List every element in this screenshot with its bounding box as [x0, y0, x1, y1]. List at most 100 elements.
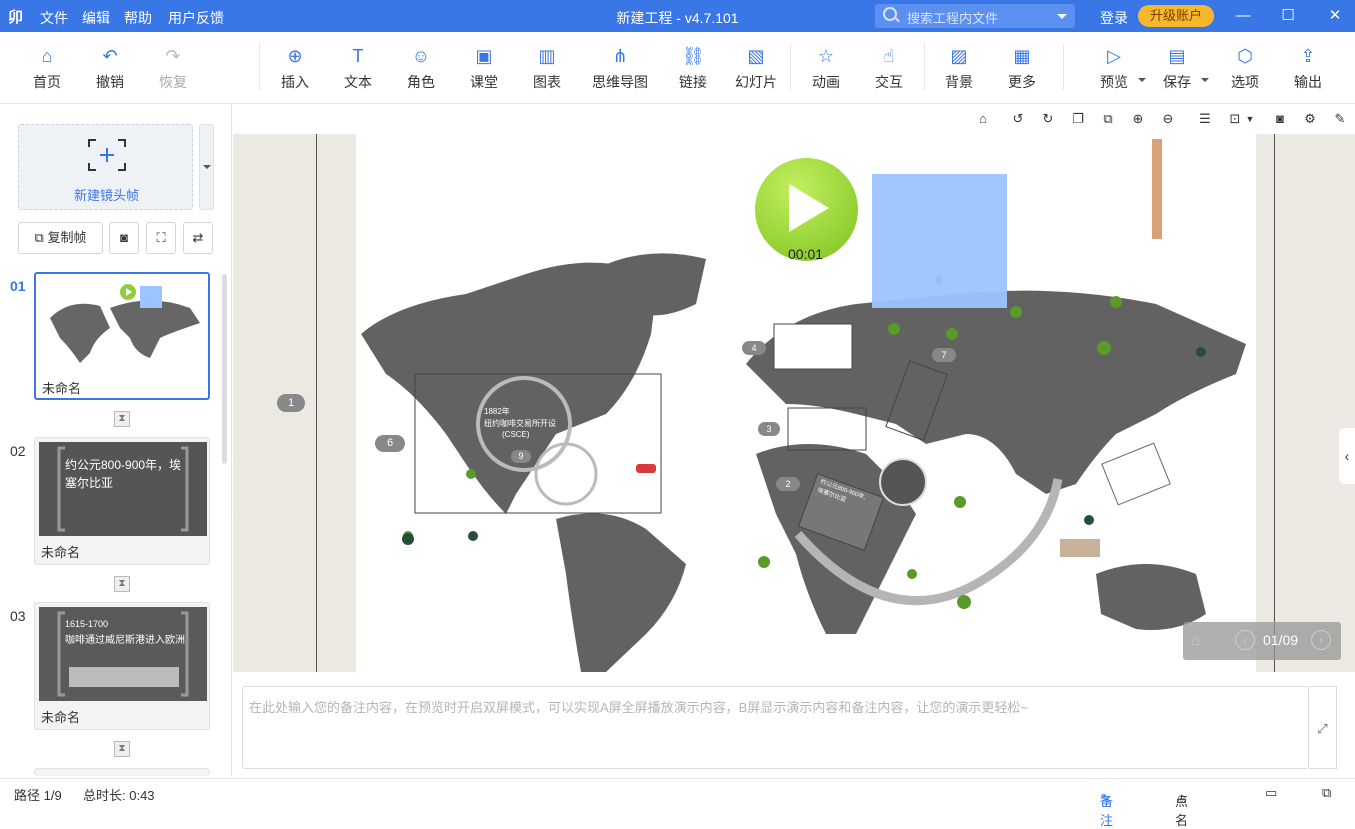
rotate-left-icon[interactable]: ↺: [1009, 110, 1027, 128]
slideshow-button[interactable]: ▧ 幻灯片: [726, 46, 786, 92]
path-marker[interactable]: 7: [932, 348, 956, 362]
title-bar: 卯 文件 编辑 帮助 用户反馈 新建工程 - v4.7.101 搜索工程内文件 …: [0, 0, 1355, 32]
expand-right-panel-button[interactable]: ‹: [1339, 428, 1355, 484]
settings-icon[interactable]: ⚙: [1301, 110, 1319, 128]
menu-feedback[interactable]: 用户反馈: [168, 8, 224, 28]
frame-box-8[interactable]: [1101, 442, 1171, 506]
save-button[interactable]: ▤ 保存: [1147, 46, 1209, 92]
preview-button[interactable]: ▷ 预览: [1084, 46, 1146, 92]
export-label: 输出: [1294, 74, 1322, 90]
transition-icon[interactable]: ⧗: [114, 576, 130, 592]
blue-highlight-box[interactable]: [872, 174, 1007, 308]
car-icon: [636, 464, 656, 473]
prev-slide-button[interactable]: ‹: [1235, 630, 1255, 650]
close-icon[interactable]: ✕: [1325, 6, 1345, 26]
canvas-area[interactable]: ⌂ ↺ ↻ ❐ ⧉ ⊕ ⊖ ☰ ⊡ ▼ ◙ ⚙ ✎ 1 00:01 1882年 …: [233, 104, 1355, 672]
path-marker[interactable]: 3: [758, 422, 780, 436]
bar-chart-icon: ▥: [538, 46, 556, 66]
interact-button[interactable]: ☝ 交互: [859, 46, 919, 92]
insert-button[interactable]: ⊕ 插入: [265, 46, 325, 92]
slideshow-label: 幻灯片: [735, 74, 777, 90]
save-label: 保存: [1163, 74, 1191, 90]
frame-box-3[interactable]: [787, 407, 867, 451]
panel-scrollbar[interactable]: [222, 274, 227, 464]
chart-button[interactable]: ▥ 图表: [517, 46, 577, 92]
preview-label: 预览: [1100, 74, 1128, 90]
camera-button[interactable]: ◙: [109, 222, 139, 254]
redo-button[interactable]: ↷ 恢复: [143, 46, 203, 92]
copy-icon[interactable]: ❐: [1069, 110, 1087, 128]
path-marker[interactable]: 9: [511, 450, 531, 463]
mindmap-icon: ⋔: [612, 46, 628, 66]
screenshot-icon[interactable]: ◙: [1271, 110, 1289, 128]
undo-button[interactable]: ↶ 撤销: [80, 46, 140, 92]
mindmap-button[interactable]: ⋔ 思维导图: [590, 46, 650, 92]
home-label: 首页: [33, 74, 61, 90]
copy-frame-button[interactable]: ⧉ 复制帧: [18, 222, 103, 254]
minimize-icon[interactable]: —: [1233, 6, 1253, 26]
home-view-icon[interactable]: ⌂: [974, 110, 992, 128]
upgrade-button[interactable]: 升级账户: [1138, 5, 1214, 27]
classroom-button[interactable]: ▣ 课堂: [454, 46, 514, 92]
path-marker[interactable]: 6: [375, 435, 405, 452]
menu-edit[interactable]: 编辑: [82, 8, 110, 28]
home-button[interactable]: ⌂ 首页: [17, 46, 77, 92]
maximize-icon[interactable]: ☐: [1278, 6, 1298, 26]
transition-icon[interactable]: ⧗: [114, 411, 130, 427]
new-frame-dropdown[interactable]: [199, 124, 214, 210]
slide-preview: 约公元800-900年，埃塞尔比亚: [39, 442, 207, 536]
path-marker[interactable]: 2: [776, 477, 800, 491]
save-icon: ▤: [1168, 46, 1186, 66]
edit-icon[interactable]: ✎: [1331, 110, 1349, 128]
options-button[interactable]: ⬡ 选项: [1215, 46, 1275, 92]
slide-thumbnail-1[interactable]: 未命名: [34, 272, 210, 400]
link-icon: ⛓: [682, 46, 705, 66]
zoom-out-icon[interactable]: ⊖: [1159, 110, 1177, 128]
export-button[interactable]: ⇪ 输出: [1278, 46, 1338, 92]
canvas-guide-line: [316, 134, 317, 672]
background-button[interactable]: ▨ 背景: [929, 46, 989, 92]
rollcall-label: 点名: [1175, 794, 1189, 828]
menu-file[interactable]: 文件: [40, 8, 68, 28]
link-button[interactable]: ⛓ 链接: [663, 46, 723, 92]
chevron-down-icon[interactable]: [1138, 78, 1146, 86]
role-button[interactable]: ☺ 角色: [391, 46, 451, 92]
frame-box-4[interactable]: [773, 323, 853, 370]
align-icon[interactable]: ☰: [1196, 110, 1214, 128]
slide-thumbnail-4[interactable]: [34, 768, 210, 776]
notes-textarea[interactable]: 在此处输入您的备注内容，在预览时开启双屏模式，可以实现A屏全屏播放演示内容，B屏…: [242, 686, 1309, 769]
home-icon[interactable]: ⌂: [1191, 632, 1200, 649]
more-button[interactable]: ▦ 更多: [992, 46, 1052, 92]
menu-help[interactable]: 帮助: [124, 8, 152, 28]
expand-notes-button[interactable]: ⤢: [1309, 686, 1337, 769]
insert-label: 插入: [281, 74, 309, 90]
chevron-down-icon[interactable]: ▼: [1241, 110, 1259, 128]
slide-thumbnail-2[interactable]: 约公元800-900年，埃塞尔比亚 未命名: [34, 437, 210, 565]
page-indicator: 01/09: [1263, 632, 1299, 648]
swap-button[interactable]: ⇄: [183, 222, 213, 254]
slide-name: 未命名: [41, 545, 81, 560]
main-toolbar: ⌂ 首页 ↶ 撤销 ↷ 恢复 ⊕ 插入 T 文本 ☺ 角色 ▣ 课堂 ▥ 图表 ⋔ 思维导图 ⛓ 链…: [0, 32, 1355, 104]
text-button[interactable]: T 文本: [328, 46, 388, 92]
new-frame-button[interactable]: 新建镜头帧: [18, 124, 193, 210]
slide-thumbnail-3[interactable]: 1615-1700 咖啡通过威尼斯港进入欧洲 未命名: [34, 602, 210, 730]
window-icon[interactable]: ⧉: [1322, 785, 1331, 801]
transition-icon[interactable]: ⧗: [114, 741, 130, 757]
frame-circle[interactable]: [534, 442, 598, 506]
chevron-down-icon[interactable]: [1057, 14, 1067, 24]
next-slide-button[interactable]: ›: [1311, 630, 1331, 650]
search-placeholder: 搜索工程内文件: [907, 11, 999, 26]
presentation-stage[interactable]: 00:01 1882年 纽约咖啡交易所开设 (CSCE) 约公元800-900年…: [356, 134, 1256, 672]
path-marker[interactable]: 4: [742, 341, 766, 355]
paste-icon[interactable]: ⧉: [1099, 110, 1117, 128]
rotate-right-icon[interactable]: ↻: [1039, 110, 1057, 128]
scan-frame-button[interactable]: ⛶: [146, 222, 176, 254]
chevron-down-icon[interactable]: [1201, 78, 1209, 86]
frame-circle[interactable]: [879, 458, 927, 506]
search-box[interactable]: 搜索工程内文件: [875, 4, 1075, 28]
screen-icon[interactable]: ▭: [1265, 785, 1277, 801]
animation-button[interactable]: ☆ 动画: [796, 46, 856, 92]
login-link[interactable]: 登录: [1100, 8, 1128, 28]
path-marker[interactable]: 1: [277, 394, 305, 412]
zoom-in-icon[interactable]: ⊕: [1129, 110, 1147, 128]
